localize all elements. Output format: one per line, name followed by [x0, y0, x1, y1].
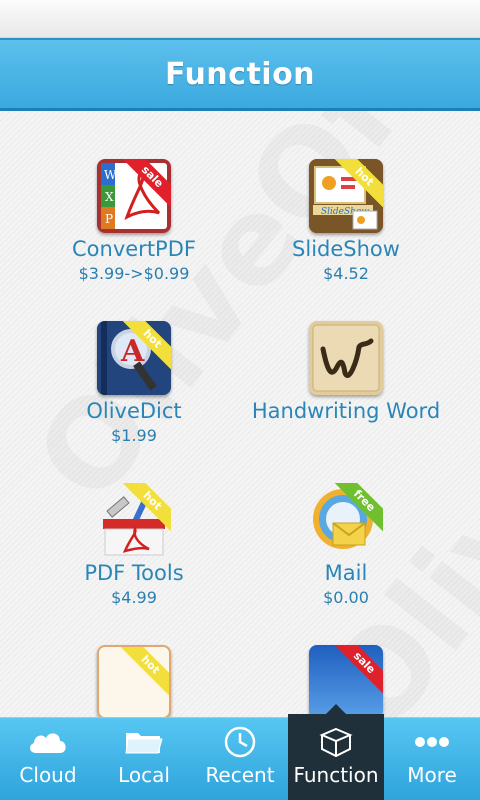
box-icon — [319, 727, 353, 758]
tab-local[interactable]: Local — [96, 718, 192, 800]
app-price: $1.99 — [111, 426, 157, 445]
app-item-pdf-tools[interactable]: hot PDF Tools $4.99 — [14, 483, 254, 607]
tab-recent[interactable]: Recent — [192, 718, 288, 800]
app-item-mail[interactable]: free Mail $0.00 — [226, 483, 466, 607]
clock-icon — [224, 726, 256, 758]
mail-icon: free — [309, 483, 383, 557]
tab-label: Recent — [205, 763, 275, 787]
convertpdf-icon: W X P sale — [97, 159, 171, 233]
tab-label: Function — [293, 763, 379, 787]
dictionary-icon: A hot — [97, 321, 171, 395]
app-name: PDF Tools — [84, 561, 184, 585]
tab-cloud[interactable]: Cloud — [0, 718, 96, 800]
svg-text:W: W — [104, 168, 117, 182]
app-name: Mail — [324, 561, 368, 585]
more-dots-icon — [415, 737, 449, 747]
page-title: Function — [164, 56, 316, 92]
tab-label: Cloud — [19, 763, 77, 787]
app-item-handwriting-word[interactable]: Handwriting Word — [226, 321, 466, 423]
svg-text:P: P — [105, 212, 113, 226]
tab-function[interactable]: Function — [288, 704, 384, 800]
app-price: $0.00 — [323, 588, 369, 607]
app-item-notes[interactable]: hot — [14, 645, 254, 717]
sale-badge: sale — [332, 645, 383, 695]
windows-icon: sale — [309, 645, 383, 717]
app-price: $4.52 — [323, 264, 369, 283]
cloud-icon — [30, 733, 66, 753]
app-item-olivedict[interactable]: A hot OliveDict $1.99 — [14, 321, 254, 445]
app-name: ConvertPDF — [72, 237, 196, 261]
app-name: OliveDict — [86, 399, 182, 423]
bottom-tab-bar: Cloud Local Recent Function More — [0, 704, 480, 800]
folder-icon — [125, 733, 163, 754]
title-bar: Function — [0, 38, 480, 111]
pdf-tools-icon: hot — [97, 483, 171, 557]
hot-badge: hot — [118, 647, 169, 697]
app-price: $4.99 — [111, 588, 157, 607]
app-name: Handwriting Word — [251, 399, 441, 423]
slideshow-icon: SlideShow hot — [309, 159, 383, 233]
status-bar — [0, 0, 480, 38]
app-item-windows[interactable]: sale — [226, 645, 466, 717]
tab-more[interactable]: More — [384, 718, 480, 800]
app-grid[interactable]: OliveOffice OliveOffice W X P sale Conve… — [0, 111, 480, 717]
app-item-slideshow[interactable]: SlideShow hot SlideShow $4.52 — [226, 159, 466, 283]
handwriting-icon — [309, 321, 383, 395]
app-name: SlideShow — [292, 237, 400, 261]
tab-label: More — [407, 763, 457, 787]
app-price: $3.99->$0.99 — [78, 264, 190, 283]
svg-text:X: X — [105, 190, 114, 204]
tab-label: Local — [118, 763, 170, 787]
app-item-convertpdf[interactable]: W X P sale ConvertPDF $3.99->$0.99 — [14, 159, 254, 283]
notes-icon: hot — [97, 645, 171, 717]
